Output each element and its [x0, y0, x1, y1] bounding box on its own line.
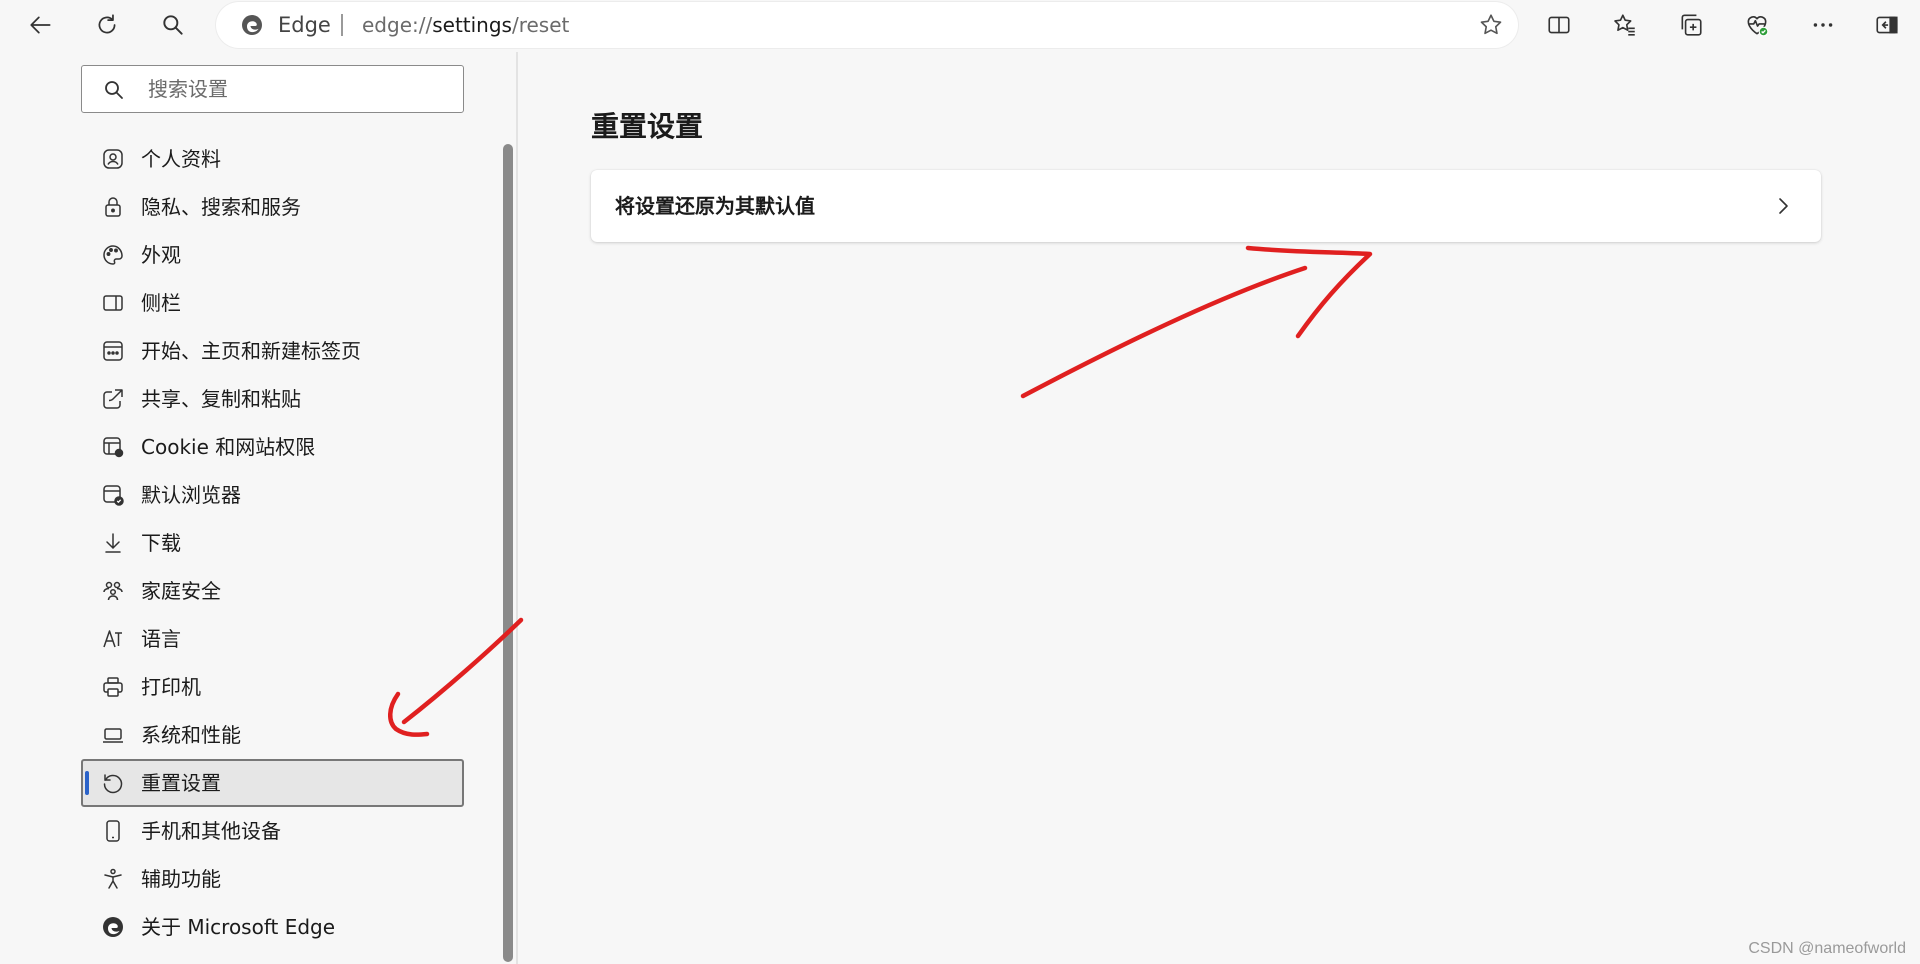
- page-title: 重置设置: [591, 110, 704, 143]
- edge-logo-icon: [103, 917, 123, 937]
- active-indicator: [85, 771, 89, 795]
- sidebar-icon: [103, 295, 123, 311]
- sidebar-scrollbar[interactable]: [503, 144, 513, 962]
- sidebar-item-label: 手机和其他设备: [141, 819, 281, 843]
- search-icon: [105, 81, 123, 99]
- refresh-button[interactable]: [86, 4, 128, 46]
- share-icon: [103, 389, 123, 409]
- phone-icon: [106, 820, 120, 842]
- refresh-icon: [98, 14, 116, 34]
- sidebar-item-label: 隐私、搜索和服务: [141, 195, 301, 219]
- sidebar-item-label: 重置设置: [141, 771, 221, 795]
- address-url[interactable]: edge://settings/reset: [362, 2, 569, 48]
- sidebar-item-label: 辅助功能: [141, 867, 221, 891]
- sidebar-item-downloads[interactable]: 下载: [81, 519, 464, 567]
- sidebar-item-start-home-newtab[interactable]: 开始、主页和新建标签页: [81, 327, 464, 375]
- lock-icon: [105, 197, 121, 217]
- back-button[interactable]: [20, 4, 62, 46]
- browser-essentials-button[interactable]: [1736, 4, 1778, 46]
- sidebar-item-default-browser[interactable]: 默认浏览器: [81, 471, 464, 519]
- watermark: CSDN @nameofworld: [1748, 940, 1906, 957]
- favorite-star-icon[interactable]: [1478, 12, 1504, 38]
- collections-icon: [1681, 14, 1702, 36]
- default-browser-icon: [103, 485, 124, 506]
- browser-toolbar: Edge edge://settings/reset: [0, 0, 1920, 50]
- accessibility-icon: [104, 868, 122, 889]
- sidebar-item-cookies-permissions[interactable]: Cookie 和网站权限: [81, 423, 464, 471]
- more-button[interactable]: [1802, 4, 1844, 46]
- url-path: /reset: [511, 13, 570, 37]
- sidebar-item-label: 开始、主页和新建标签页: [141, 339, 361, 363]
- settings-page: 个人资料 隐私、搜索和服务 外观 侧栏 开始、主页和新建标签页 共享、复制和粘贴: [6, 52, 1916, 964]
- search-icon: [163, 15, 183, 35]
- sidebar-item-share-copy-paste[interactable]: 共享、复制和粘贴: [81, 375, 464, 423]
- sidebar-item-label: Cookie 和网站权限: [141, 435, 316, 459]
- sidebar-scrollbar-thumb[interactable]: [503, 144, 513, 962]
- sidebar-item-appearance[interactable]: 外观: [81, 231, 464, 279]
- sidebar-item-languages[interactable]: 语言: [81, 615, 464, 663]
- sidebar-item-accessibility[interactable]: 辅助功能: [81, 855, 464, 903]
- sidebar-item-profiles[interactable]: 个人资料: [81, 135, 464, 183]
- sidebar-item-label: 系统和性能: [141, 723, 241, 747]
- restore-defaults-label: 将设置还原为其默认值: [615, 194, 815, 218]
- more-dots-icon: [1813, 23, 1833, 27]
- sidebar-item-label: 个人资料: [141, 147, 221, 171]
- sidebar-item-label: 语言: [141, 627, 181, 651]
- home-page-icon: [103, 341, 123, 361]
- sidebar-item-label: 下载: [141, 531, 181, 555]
- language-icon: [103, 630, 122, 648]
- profile-icon: [103, 149, 123, 169]
- address-brand: Edge: [278, 13, 331, 37]
- split-screen-button[interactable]: [1538, 4, 1580, 46]
- sidebar-toggle-button[interactable]: [1866, 4, 1908, 46]
- sidebar-item-reset-settings[interactable]: 重置设置: [81, 759, 464, 807]
- site-permissions-icon: [103, 437, 124, 458]
- favorites-icon: [1614, 14, 1635, 36]
- reset-icon: [103, 774, 123, 794]
- collections-button[interactable]: [1670, 4, 1712, 46]
- restore-defaults-row[interactable]: 将设置还原为其默认值: [591, 170, 1821, 242]
- family-icon: [103, 581, 123, 601]
- sidebar-item-privacy[interactable]: 隐私、搜索和服务: [81, 183, 464, 231]
- sidebar-item-family-safety[interactable]: 家庭安全: [81, 567, 464, 615]
- search-button[interactable]: [152, 4, 194, 46]
- heart-pulse-icon: [1747, 16, 1769, 37]
- sidebar-item-label: 默认浏览器: [141, 483, 241, 507]
- search-settings-box[interactable]: [81, 65, 464, 113]
- settings-sidebar: 个人资料 隐私、搜索和服务 外观 侧栏 开始、主页和新建标签页 共享、复制和粘贴: [6, 52, 518, 964]
- url-host: settings: [432, 13, 512, 37]
- favorites-button[interactable]: [1604, 4, 1646, 46]
- sidebar-item-label: 关于 Microsoft Edge: [141, 915, 336, 939]
- sidebar-item-label: 共享、复制和粘贴: [141, 387, 301, 411]
- download-icon: [105, 533, 121, 553]
- printer-icon: [103, 677, 123, 697]
- split-screen-icon: [1548, 16, 1570, 34]
- sidebar-item-about-edge[interactable]: 关于 Microsoft Edge: [81, 903, 464, 951]
- settings-nav: 个人资料 隐私、搜索和服务 外观 侧栏 开始、主页和新建标签页 共享、复制和粘贴: [81, 135, 464, 951]
- sidebar-item-label: 外观: [141, 243, 181, 267]
- sidebar-item-label: 家庭安全: [141, 579, 221, 603]
- url-prefix: edge://: [362, 13, 433, 37]
- palette-icon: [103, 245, 123, 265]
- sidebar-toggle-icon: [1876, 16, 1898, 34]
- back-arrow-icon: [30, 16, 51, 34]
- sidebar-item-label: 打印机: [141, 675, 201, 699]
- sidebar-item-printers[interactable]: 打印机: [81, 663, 464, 711]
- sidebar-item-system-performance[interactable]: 系统和性能: [81, 711, 464, 759]
- address-bar[interactable]: Edge edge://settings/reset: [216, 2, 1518, 48]
- edge-logo-icon: [242, 15, 262, 35]
- sidebar-item-phone-devices[interactable]: 手机和其他设备: [81, 807, 464, 855]
- sidebar-item-label: 侧栏: [141, 291, 181, 315]
- sidebar-item-sidebar[interactable]: 侧栏: [81, 279, 464, 327]
- settings-main: 重置设置 将设置还原为其默认值: [518, 52, 1916, 964]
- chevron-right-icon: [1779, 198, 1788, 214]
- search-settings-input[interactable]: [148, 66, 448, 112]
- address-separator: [341, 14, 343, 36]
- laptop-icon: [103, 728, 123, 743]
